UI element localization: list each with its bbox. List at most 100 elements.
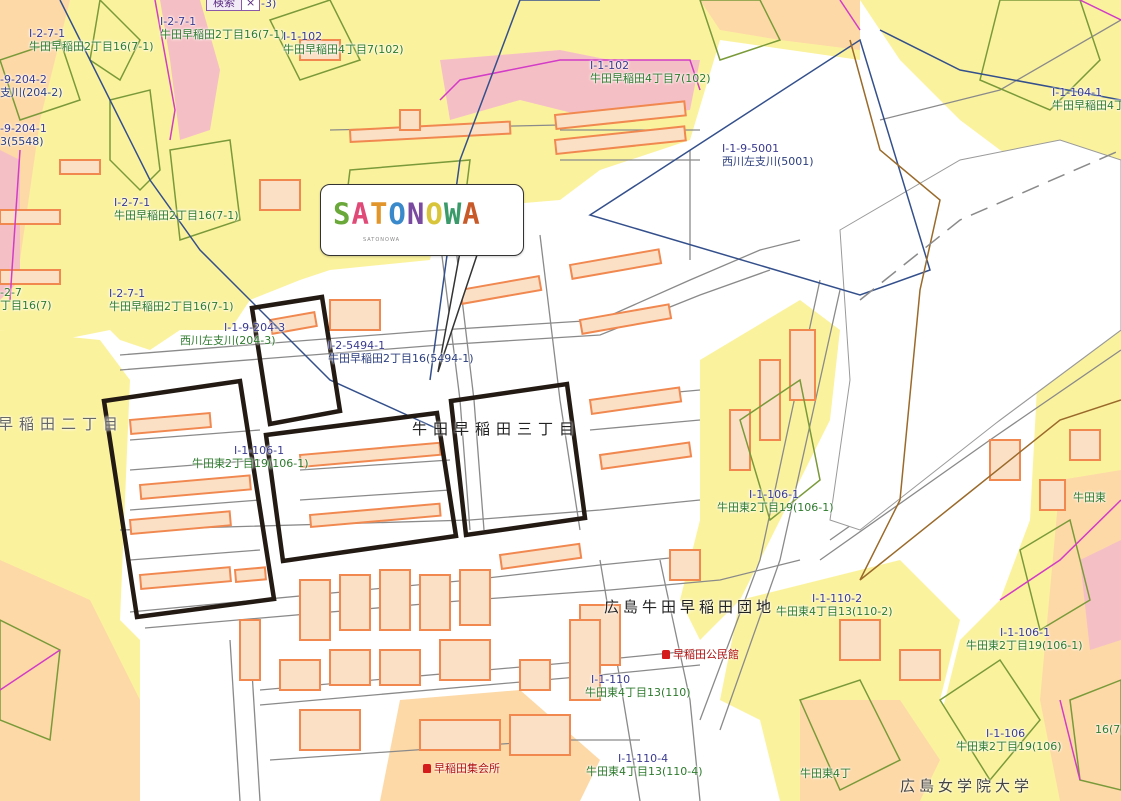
- building: [399, 109, 421, 131]
- pin-icon: [423, 764, 431, 773]
- parcel-label[interactable]: 16(7): [1095, 723, 1121, 737]
- parcel-code: I-1-110: [591, 673, 631, 686]
- parcel-label[interactable]: I-1-106 牛田東2丁目19(106): [956, 727, 1062, 753]
- parcel-label[interactable]: I-1-106-1 牛田東2丁目19(106-1): [966, 626, 1083, 652]
- parcel-label[interactable]: I-2-7-1 牛田早稲田2丁目16(7-1): [160, 15, 285, 41]
- parcel-name: 牛田早稲田2丁目16(7-1): [114, 208, 239, 222]
- logo-letter: A: [351, 197, 370, 231]
- poi-marker[interactable]: 早稲田集会所: [423, 760, 500, 776]
- building: [279, 659, 321, 691]
- parcel-code: I-1-104-1: [1052, 86, 1103, 99]
- parcel-name: 牛田東2丁目19(106-1): [966, 638, 1083, 652]
- parcel-code: I-1-110-2: [812, 592, 863, 605]
- building: [0, 209, 61, 225]
- area-name-label: 牛田早稲田三丁目: [412, 420, 581, 438]
- logo-letter: O: [425, 197, 444, 231]
- parcel-name: 牛田東2丁目19(106-1): [192, 456, 309, 470]
- logo-letter: T: [369, 197, 389, 231]
- parcel-label[interactable]: I-1-9-204-3 西川左支川(204-3): [180, 321, 286, 347]
- building: [509, 714, 571, 756]
- logo-callout[interactable]: SATONOWA SATONOWA: [320, 184, 524, 256]
- parcel-label[interactable]: -2-7 丁目16(7): [0, 286, 52, 312]
- parcel-label[interactable]: I-1-102 牛田早稲田4丁目7(102): [590, 59, 711, 85]
- parcel-name: 牛田早稲田2丁目16(5494-1): [328, 351, 474, 365]
- building: [233, 566, 268, 584]
- poi-marker[interactable]: 早稲田公民館: [662, 646, 739, 662]
- building: [379, 569, 411, 631]
- poi-name: 早稲田集会所: [434, 762, 500, 775]
- parcel-code: I-1-9-5001: [722, 142, 780, 155]
- parcel-name: 3(5548): [0, 134, 44, 148]
- building: [239, 619, 261, 681]
- parcel-name: 牛田東2丁目19(106): [956, 739, 1062, 753]
- logo-letter: N: [406, 197, 426, 231]
- parcel-label[interactable]: -9-204-1 3(5548): [0, 122, 47, 148]
- parcel-label[interactable]: I-1-106-1 牛田東2丁目19(106-1): [192, 444, 309, 470]
- parcel-label[interactable]: I-2-7-1 牛田早稲田2丁目16(7-1): [109, 287, 234, 313]
- parcel-code: -9-204-1: [0, 122, 47, 135]
- building: [459, 569, 491, 626]
- parcel-code: I-1-110-4: [618, 752, 669, 765]
- parcel-label[interactable]: I-2-7-1 牛田早稲田2丁目16(7-1): [29, 27, 154, 53]
- parcel-name: 西川左支川(204-3): [180, 333, 276, 347]
- map-canvas[interactable]: [0, 0, 1121, 801]
- building: [259, 179, 301, 211]
- parcel-name: 牛田東4丁目13(110-2): [776, 604, 893, 618]
- parcel-label[interactable]: 牛田東: [1073, 491, 1106, 505]
- parcel-name: 牛田早稲田4丁目7(102): [590, 71, 711, 85]
- parcel-label[interactable]: I-1-9-5001 西川左支川(5001): [722, 142, 814, 168]
- parcel-name: 牛田東4丁: [800, 767, 851, 780]
- logo-letter: W: [443, 197, 463, 231]
- building: [379, 649, 421, 686]
- building: [899, 649, 941, 681]
- parcel-label[interactable]: I-1-110 牛田東4丁目13(110): [585, 673, 691, 699]
- parcel-label[interactable]: I-2-5494-1 牛田早稲田2丁目16(5494-1): [328, 339, 474, 365]
- parcel-code: -9-204-2: [0, 73, 47, 86]
- parcel-code: -2-7: [0, 286, 22, 299]
- parcel-label[interactable]: I-2-7-1 牛田早稲田2丁目16(7-1): [114, 196, 239, 222]
- parcel-name: 牛田早稲田4丁目7(102): [283, 42, 404, 56]
- parcel-name: 牛田東4丁目13(110-4): [586, 764, 703, 778]
- pin-icon: [662, 650, 670, 659]
- area-name-label: 広島女学院大学: [900, 777, 1034, 795]
- building: [329, 299, 381, 331]
- logo-letter: S: [333, 197, 352, 231]
- building: [299, 709, 361, 751]
- parcel-name: 牛田東4丁目13(110): [585, 685, 691, 699]
- building: [729, 409, 751, 471]
- parcel-code: I-1-102: [590, 59, 630, 72]
- parcel-code: I-2-5494-1: [328, 339, 386, 352]
- search-button[interactable]: 検索: [206, 0, 242, 11]
- parcel-name: 牛田早稲田2丁目16(7-1): [29, 39, 154, 53]
- building: [519, 659, 551, 691]
- parcel-label[interactable]: -9-204-2 支川(204-2): [0, 73, 63, 99]
- building: [839, 619, 881, 661]
- building: [669, 549, 701, 581]
- building: [329, 649, 371, 686]
- parcel-code: I-2-7-1: [114, 196, 151, 209]
- area-name-label: 広島牛田早稲田団地: [604, 598, 776, 616]
- parcel-label[interactable]: I-1-110-2 牛田東4丁目13(110-2): [776, 592, 893, 618]
- parcel-name: 西川左支川(5001): [722, 154, 814, 168]
- logo-letter: O: [388, 197, 407, 231]
- close-search-button[interactable]: ×: [242, 0, 261, 11]
- parcel-code: I-1-106-1: [234, 444, 285, 457]
- parcel-name: 牛田早稲田4丁目15(: [1052, 98, 1121, 112]
- parcel-label[interactable]: I-1-104-1牛田早稲田4丁目15(: [1052, 86, 1121, 112]
- map-viewport[interactable]: 検索 × -3) I-2-7-1 牛田早稲田2丁目16(7-1) I-2-7-1 牛…: [0, 0, 1121, 801]
- parcel-name: 牛田東: [1073, 491, 1106, 504]
- parcel-label[interactable]: I-1-102 牛田早稲田4丁目7(102): [283, 30, 404, 56]
- parcel-name: 牛田東2丁目19(106-1): [717, 500, 834, 514]
- parcel-name: 牛田早稲田2丁目16(7-1): [109, 299, 234, 313]
- parcel-label[interactable]: I-1-110-4 牛田東4丁目13(110-4): [586, 752, 703, 778]
- parcel-label[interactable]: I-1-106-1 牛田東2丁目19(106-1): [717, 488, 834, 514]
- building: [419, 574, 451, 631]
- parcel-name: 16(7): [1095, 723, 1121, 736]
- building: [0, 269, 61, 285]
- parcel-label[interactable]: 牛田東4丁: [800, 767, 851, 781]
- building: [299, 579, 331, 641]
- parcel-code: I-1-9-204-3: [224, 321, 286, 334]
- building: [989, 439, 1021, 481]
- building: [59, 159, 101, 175]
- parcel-name: 牛田早稲田2丁目16(7-1): [160, 27, 285, 41]
